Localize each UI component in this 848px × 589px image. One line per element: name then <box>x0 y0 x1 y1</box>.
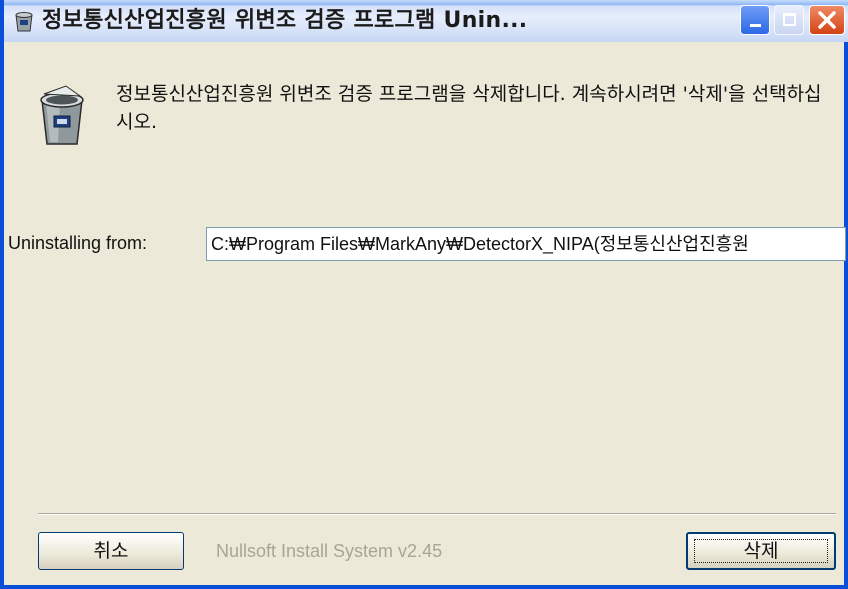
maximize-icon <box>783 13 796 26</box>
branding-text: Nullsoft Install System v2.45 <box>216 541 443 561</box>
cancel-button[interactable]: 취소 <box>38 532 184 570</box>
uninstall-path-label: Uninstalling from: <box>8 233 148 253</box>
delete-button[interactable]: 삭제 <box>686 532 836 570</box>
focus-rectangle <box>694 539 828 563</box>
uninstall-path-field[interactable]: C:₩Program Files₩MarkAny₩DetectorX_NIPA(… <box>206 227 846 261</box>
recycle-bin-icon <box>36 84 88 148</box>
close-button[interactable] <box>809 5 845 35</box>
maximize-button <box>774 5 804 35</box>
minimize-icon <box>750 24 761 27</box>
footer-divider-highlight <box>38 514 836 515</box>
minimize-button[interactable] <box>740 5 770 35</box>
header-message: 정보통신산업진흥원 위변조 검증 프로그램을 삭제합니다. 계속하시려면 '삭제… <box>116 83 822 133</box>
title-bar[interactable]: 정보통신산업진흥원 위변조 검증 프로그램 Unin... <box>4 0 848 42</box>
recycle-bin-icon <box>12 9 36 33</box>
close-icon <box>818 11 836 29</box>
window-title: 정보통신산업진흥원 위변조 검증 프로그램 Unin... <box>42 8 528 33</box>
uninstaller-window: 정보통신산업진흥원 위변조 검증 프로그램 Unin... 정보통신산업진흥원 … <box>0 0 848 589</box>
